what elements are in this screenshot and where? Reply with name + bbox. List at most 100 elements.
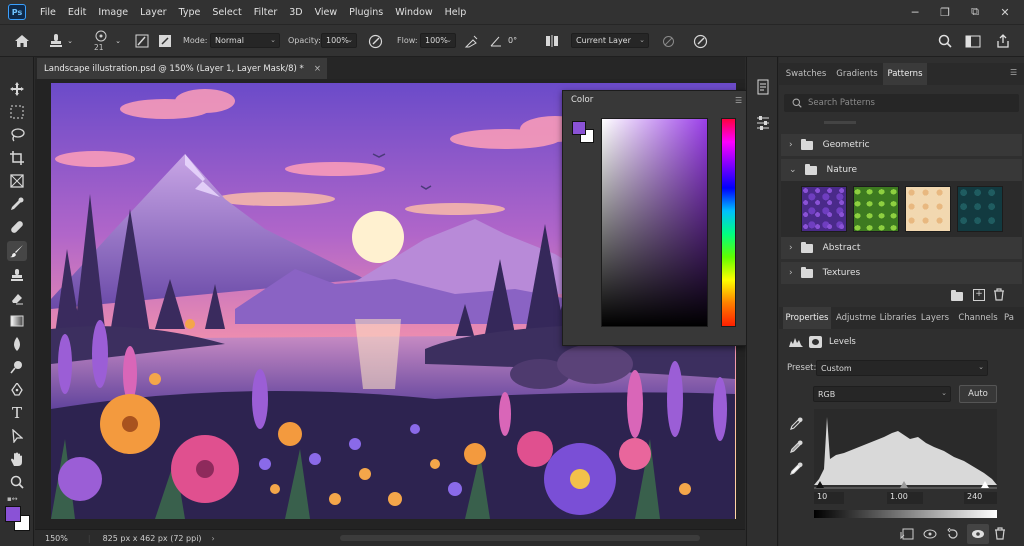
menu-3d[interactable]: 3D [283, 7, 308, 18]
minimize-icon[interactable]: ─ [900, 0, 930, 24]
menu-view[interactable]: View [309, 7, 344, 18]
menu-type[interactable]: Type [173, 7, 207, 18]
pressure-size-icon[interactable] [691, 32, 709, 50]
mode-dropdown[interactable]: Normal ⌄ [210, 33, 280, 48]
path-selection-tool-icon[interactable] [7, 426, 27, 446]
frame-tool-icon[interactable] [7, 171, 27, 191]
pattern-group-geometric[interactable]: › Geometric [781, 134, 1022, 156]
share-icon[interactable] [994, 32, 1012, 50]
default-colors-icon[interactable]: ▪↔ [7, 495, 21, 503]
history-icon[interactable] [755, 79, 771, 95]
tab-swatches[interactable]: Swatches [783, 63, 829, 85]
black-point-eyedropper-icon[interactable] [790, 417, 803, 430]
chevron-down-icon[interactable]: ⌄ [66, 35, 74, 47]
menu-help[interactable]: Help [439, 7, 473, 18]
angle-icon[interactable] [488, 32, 504, 50]
collapse-icon[interactable]: ⧉ [960, 0, 990, 24]
crop-tool-icon[interactable] [7, 148, 27, 168]
tab-libraries[interactable]: Libraries [879, 307, 917, 329]
pattern-swatch[interactable] [905, 186, 951, 232]
menu-select[interactable]: Select [206, 7, 247, 18]
white-point-slider[interactable] [981, 481, 989, 488]
zoom-tool-icon[interactable] [7, 472, 27, 492]
restore-icon[interactable]: ❐ [930, 0, 960, 24]
hue-slider[interactable] [721, 118, 736, 327]
healing-brush-tool-icon[interactable] [7, 217, 27, 237]
new-pattern-icon[interactable]: + [973, 289, 985, 301]
tab-channels[interactable]: Channels [957, 307, 999, 329]
move-tool-icon[interactable] [7, 79, 27, 99]
close-tab-icon[interactable]: × [314, 64, 321, 74]
gradient-tool-icon[interactable] [7, 311, 27, 331]
dodge-tool-icon[interactable] [7, 357, 27, 377]
search-icon[interactable] [936, 32, 954, 50]
workspace-icon[interactable] [962, 32, 984, 50]
tab-adjustments[interactable]: Adjustme [833, 307, 879, 329]
new-group-icon[interactable] [951, 290, 963, 301]
reset-icon[interactable] [946, 528, 960, 540]
brush-preset-icon[interactable] [90, 29, 112, 43]
close-icon[interactable]: ✕ [990, 0, 1020, 24]
panel-menu-icon[interactable]: ☰ [735, 96, 742, 105]
view-previous-icon[interactable] [923, 528, 937, 540]
home-icon[interactable] [12, 32, 32, 50]
type-tool-icon[interactable]: T [7, 403, 27, 423]
color-panel[interactable]: Color ☰ [562, 90, 748, 346]
eyedropper-tool-icon[interactable] [7, 194, 27, 214]
foreground-color-swatch[interactable] [5, 506, 21, 522]
stamp-tool-icon[interactable] [47, 31, 65, 51]
auto-button[interactable]: Auto [959, 385, 997, 403]
brush-settings-icon[interactable] [133, 32, 151, 50]
menu-file[interactable]: File [34, 7, 62, 18]
symmetry-icon[interactable] [543, 32, 561, 50]
pattern-group-textures[interactable]: › Textures [781, 262, 1022, 284]
tab-paths[interactable]: Pa [999, 307, 1019, 329]
output-levels-gradient[interactable] [814, 510, 997, 518]
ignore-adjustment-icon[interactable] [660, 32, 676, 50]
layer-mask-icon[interactable] [809, 336, 822, 348]
pen-tool-icon[interactable] [7, 380, 27, 400]
clip-to-layer-icon[interactable] [900, 528, 914, 540]
status-arrow-icon[interactable]: › [212, 534, 215, 543]
channel-dropdown[interactable]: RGB ⌄ [813, 386, 951, 402]
delete-icon[interactable] [994, 527, 1006, 540]
pattern-swatch[interactable] [801, 186, 847, 232]
hand-tool-icon[interactable] [7, 449, 27, 469]
visibility-icon[interactable] [967, 524, 989, 544]
menu-plugins[interactable]: Plugins [343, 7, 389, 18]
airbrush-icon[interactable] [462, 32, 480, 50]
input-gamma-field[interactable]: 1.00 [887, 492, 923, 504]
adjustments-icon[interactable] [755, 115, 771, 131]
sample-dropdown[interactable]: Current Layer ⌄ [571, 33, 649, 48]
zoom-level[interactable]: 150% [45, 534, 68, 543]
flow-input[interactable]: 100% ⌄ [420, 33, 456, 48]
pattern-swatch[interactable] [853, 186, 899, 232]
brush-tool-icon[interactable] [7, 241, 27, 261]
menu-layer[interactable]: Layer [134, 7, 173, 18]
delete-icon[interactable] [993, 288, 1005, 301]
clone-stamp-tool-icon[interactable] [7, 265, 27, 285]
foreground-color-chip[interactable] [572, 121, 586, 135]
menu-edit[interactable]: Edit [62, 7, 92, 18]
pattern-group-abstract[interactable]: › Abstract [781, 237, 1022, 259]
tab-gradients[interactable]: Gradients [833, 63, 881, 85]
gray-point-eyedropper-icon[interactable] [790, 440, 803, 453]
pattern-swatch[interactable] [957, 186, 1003, 232]
tab-layers[interactable]: Layers [919, 307, 951, 329]
pattern-group-nature[interactable]: ⌄ Nature [781, 159, 1022, 181]
pressure-toggle-icon[interactable] [156, 32, 174, 50]
white-point-eyedropper-icon[interactable] [790, 462, 803, 475]
marquee-tool-icon[interactable] [7, 102, 27, 122]
menu-window[interactable]: Window [389, 7, 438, 18]
black-point-slider[interactable] [816, 481, 824, 488]
blur-tool-icon[interactable] [7, 334, 27, 354]
saturation-brightness-field[interactable] [601, 118, 708, 327]
horizontal-scrollbar[interactable] [340, 535, 700, 541]
input-black-field[interactable]: 10 [814, 492, 844, 504]
lasso-tool-icon[interactable] [7, 125, 27, 145]
menu-filter[interactable]: Filter [248, 7, 284, 18]
opacity-pressure-icon[interactable] [366, 32, 384, 50]
angle-input[interactable]: 0° [504, 33, 530, 48]
tab-properties[interactable]: Properties [783, 307, 831, 329]
input-white-field[interactable]: 240 [964, 492, 997, 504]
